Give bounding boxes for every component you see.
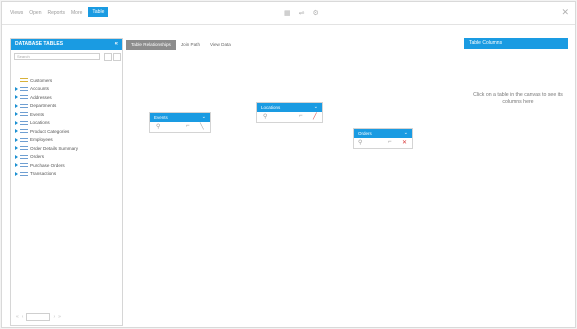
nav-item-active[interactable]: Table <box>88 7 109 17</box>
list-item[interactable]: Transactions <box>15 170 78 179</box>
filter-row: Search <box>11 50 122 64</box>
expand-icon[interactable] <box>15 154 18 159</box>
delete-icon[interactable]: ✕ <box>402 139 407 146</box>
edit-icon[interactable]: ⌐ <box>299 113 303 119</box>
grid-icon[interactable]: ▦ <box>284 9 291 17</box>
canvas-table-header[interactable]: Events ⌄ <box>150 113 210 122</box>
delete-icon[interactable]: ╱ <box>313 113 317 120</box>
top-nav: Views Open Reports More Table <box>10 7 109 17</box>
tables-panel-title: DATABASE TABLES <box>15 41 64 47</box>
last-page-icon[interactable]: » <box>58 314 61 320</box>
list-item[interactable]: Departments <box>15 102 78 111</box>
canvas-tabs: Table Relationships Join Path View Data <box>126 40 236 50</box>
tab-join-path[interactable]: Join Path <box>175 40 205 50</box>
add-table-icon[interactable] <box>113 53 121 61</box>
columns-panel-header: Table Columns <box>464 38 568 49</box>
page-number-input[interactable] <box>26 313 51 321</box>
table-search-input[interactable]: Search <box>14 53 100 60</box>
collapse-icon[interactable]: « <box>115 39 118 50</box>
list-item[interactable]: Events <box>15 110 78 119</box>
table-icon <box>20 163 28 168</box>
top-bar: Views Open Reports More Table ▦ ⇌ ⚙ ✕ <box>2 2 575 25</box>
list-item[interactable]: Purchase Orders <box>15 161 78 170</box>
edit-icon[interactable]: ⌐ <box>388 139 392 145</box>
pagination: « ‹ › » <box>16 313 61 321</box>
expand-icon[interactable] <box>15 112 18 117</box>
canvas-table-orders[interactable]: Orders ⌄ ⚲ ⌐ ✕ <box>353 128 413 149</box>
list-item[interactable]: Product Categories <box>15 127 78 136</box>
link-icon[interactable]: ⚲ <box>358 139 362 146</box>
view-controls: ▦ ⇌ ⚙ <box>284 9 319 17</box>
expand-icon[interactable] <box>15 120 18 125</box>
table-icon <box>20 112 28 117</box>
canvas-table-header[interactable]: Locations ⌄ <box>257 103 322 112</box>
table-icon <box>20 120 28 125</box>
link-icon[interactable]: ⚲ <box>263 113 267 120</box>
settings-icon[interactable]: ⚙ <box>313 9 319 17</box>
expand-icon[interactable] <box>15 137 18 142</box>
edit-icon[interactable]: ⌐ <box>186 123 190 129</box>
tables-panel-header: DATABASE TABLES « <box>11 39 122 50</box>
next-page-icon[interactable]: › <box>53 314 55 320</box>
list-item[interactable]: Order Details Summary <box>15 144 78 153</box>
expand-icon[interactable] <box>15 146 18 151</box>
tables-panel: DATABASE TABLES « Search Customers Accou… <box>10 38 123 326</box>
table-icon <box>20 95 28 100</box>
list-item[interactable]: Employees <box>15 136 78 145</box>
delete-icon[interactable]: ╲ <box>200 123 204 130</box>
list-item[interactable]: Addresses <box>15 93 78 102</box>
chevron-down-icon[interactable]: ⌄ <box>314 103 318 112</box>
link-icon[interactable]: ⚲ <box>156 123 160 130</box>
expand-icon[interactable] <box>15 129 18 134</box>
table-icon <box>20 78 28 83</box>
list-item[interactable]: Customers <box>15 76 78 85</box>
table-icon <box>20 171 28 176</box>
nav-item-more[interactable]: More <box>71 10 82 17</box>
tab-table-relationships[interactable]: Table Relationships <box>126 40 176 50</box>
canvas-table-actions: ⚲ ⌐ ╱ <box>257 112 322 122</box>
expand-icon[interactable] <box>15 103 18 108</box>
chevron-down-icon[interactable]: ⌄ <box>404 129 408 138</box>
canvas-table-actions: ⚲ ⌐ ╲ <box>150 122 210 132</box>
table-icon <box>20 137 28 142</box>
canvas-table-header[interactable]: Orders ⌄ <box>354 129 412 138</box>
nav-item-views[interactable]: Views <box>10 10 23 17</box>
prev-page-icon[interactable]: ‹ <box>22 314 24 320</box>
tab-view-data[interactable]: View Data <box>205 40 236 50</box>
list-item[interactable]: Locations <box>15 119 78 128</box>
list-item[interactable]: Accounts <box>15 85 78 94</box>
app-window: Views Open Reports More Table ▦ ⇌ ⚙ ✕ DA… <box>1 1 576 328</box>
list-item[interactable]: Orders <box>15 153 78 162</box>
expand-icon[interactable] <box>15 95 18 100</box>
table-icon <box>20 103 28 108</box>
table-icon <box>20 154 28 159</box>
nav-item-reports[interactable]: Reports <box>47 10 65 17</box>
table-icon <box>20 146 28 151</box>
first-page-icon[interactable]: « <box>16 314 19 320</box>
canvas-table-events[interactable]: Events ⌄ ⚲ ⌐ ╲ <box>149 112 211 133</box>
expand-icon[interactable] <box>15 171 18 176</box>
split-icon[interactable]: ⇌ <box>299 9 305 17</box>
table-icon <box>20 129 28 134</box>
canvas-table-locations[interactable]: Locations ⌄ ⚲ ⌐ ╱ <box>256 102 323 123</box>
close-icon[interactable]: ✕ <box>561 7 569 18</box>
canvas-table-actions: ⚲ ⌐ ✕ <box>354 138 412 148</box>
chevron-down-icon[interactable]: ⌄ <box>202 113 206 122</box>
expand-icon[interactable] <box>15 86 18 91</box>
columns-panel-hint: Click on a table in the canvas to see it… <box>473 92 563 105</box>
refresh-icon[interactable] <box>104 53 112 61</box>
table-list: Customers Accounts Addresses Departments… <box>15 76 78 178</box>
table-icon <box>20 86 28 91</box>
expand-icon[interactable] <box>15 163 18 168</box>
nav-item-open[interactable]: Open <box>29 10 41 17</box>
